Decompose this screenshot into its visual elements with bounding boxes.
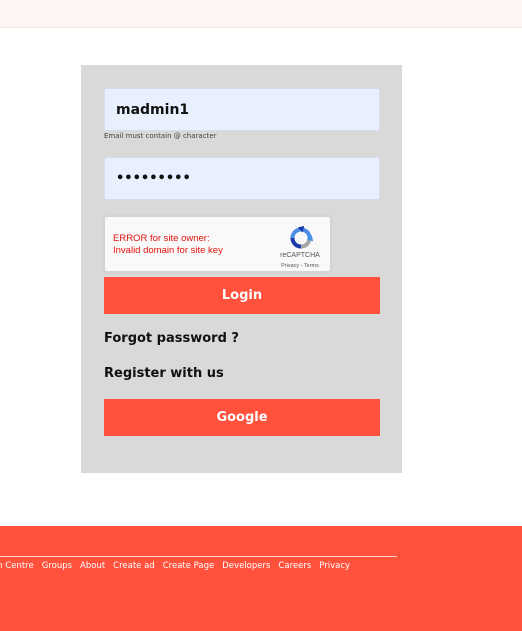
recaptcha-terms[interactable]: Privacy - Terms — [278, 263, 322, 269]
email-hint: Email must contain @ character — [104, 132, 217, 140]
footer-link-developers[interactable]: Developers — [222, 561, 270, 571]
recaptcha-widget[interactable]: ERROR for site owner: Invalid domain for… — [104, 216, 331, 272]
recaptcha-error-line1: ERROR for site owner: — [113, 233, 210, 244]
login-card: madmin1 Email must contain @ character •… — [81, 65, 402, 473]
google-login-button[interactable]: Google — [104, 399, 380, 436]
footer-link-create-ad[interactable]: Create ad — [113, 561, 155, 571]
footer-divider — [0, 556, 397, 557]
footer-link-careers[interactable]: Careers — [278, 561, 311, 571]
recaptcha-error-line2: Invalid domain for site key — [113, 245, 223, 256]
password-field[interactable]: ••••••••• — [104, 157, 380, 200]
footer-link-create-page[interactable]: Create Page — [163, 561, 215, 571]
register-link[interactable]: Register with us — [104, 366, 224, 381]
recaptcha-error: ERROR for site owner: Invalid domain for… — [113, 233, 223, 257]
footer: on Centre Groups About Create ad Create … — [0, 526, 522, 631]
footer-link-about[interactable]: About — [80, 561, 105, 571]
username-value: madmin1 — [116, 101, 190, 118]
footer-links: on Centre Groups About Create ad Create … — [0, 561, 358, 571]
login-button[interactable]: Login — [104, 277, 380, 314]
footer-link-privacy[interactable]: Privacy — [319, 561, 350, 571]
recaptcha-brand: reCAPTCHA — [280, 252, 320, 259]
recaptcha-icon — [290, 225, 314, 249]
forgot-password-link[interactable]: Forgot password ? — [104, 331, 239, 346]
top-bar — [0, 0, 522, 28]
footer-link-groups[interactable]: Groups — [42, 561, 72, 571]
footer-link-help-centre[interactable]: on Centre — [0, 561, 34, 571]
password-value: ••••••••• — [116, 171, 191, 186]
username-field[interactable]: madmin1 — [104, 88, 380, 131]
